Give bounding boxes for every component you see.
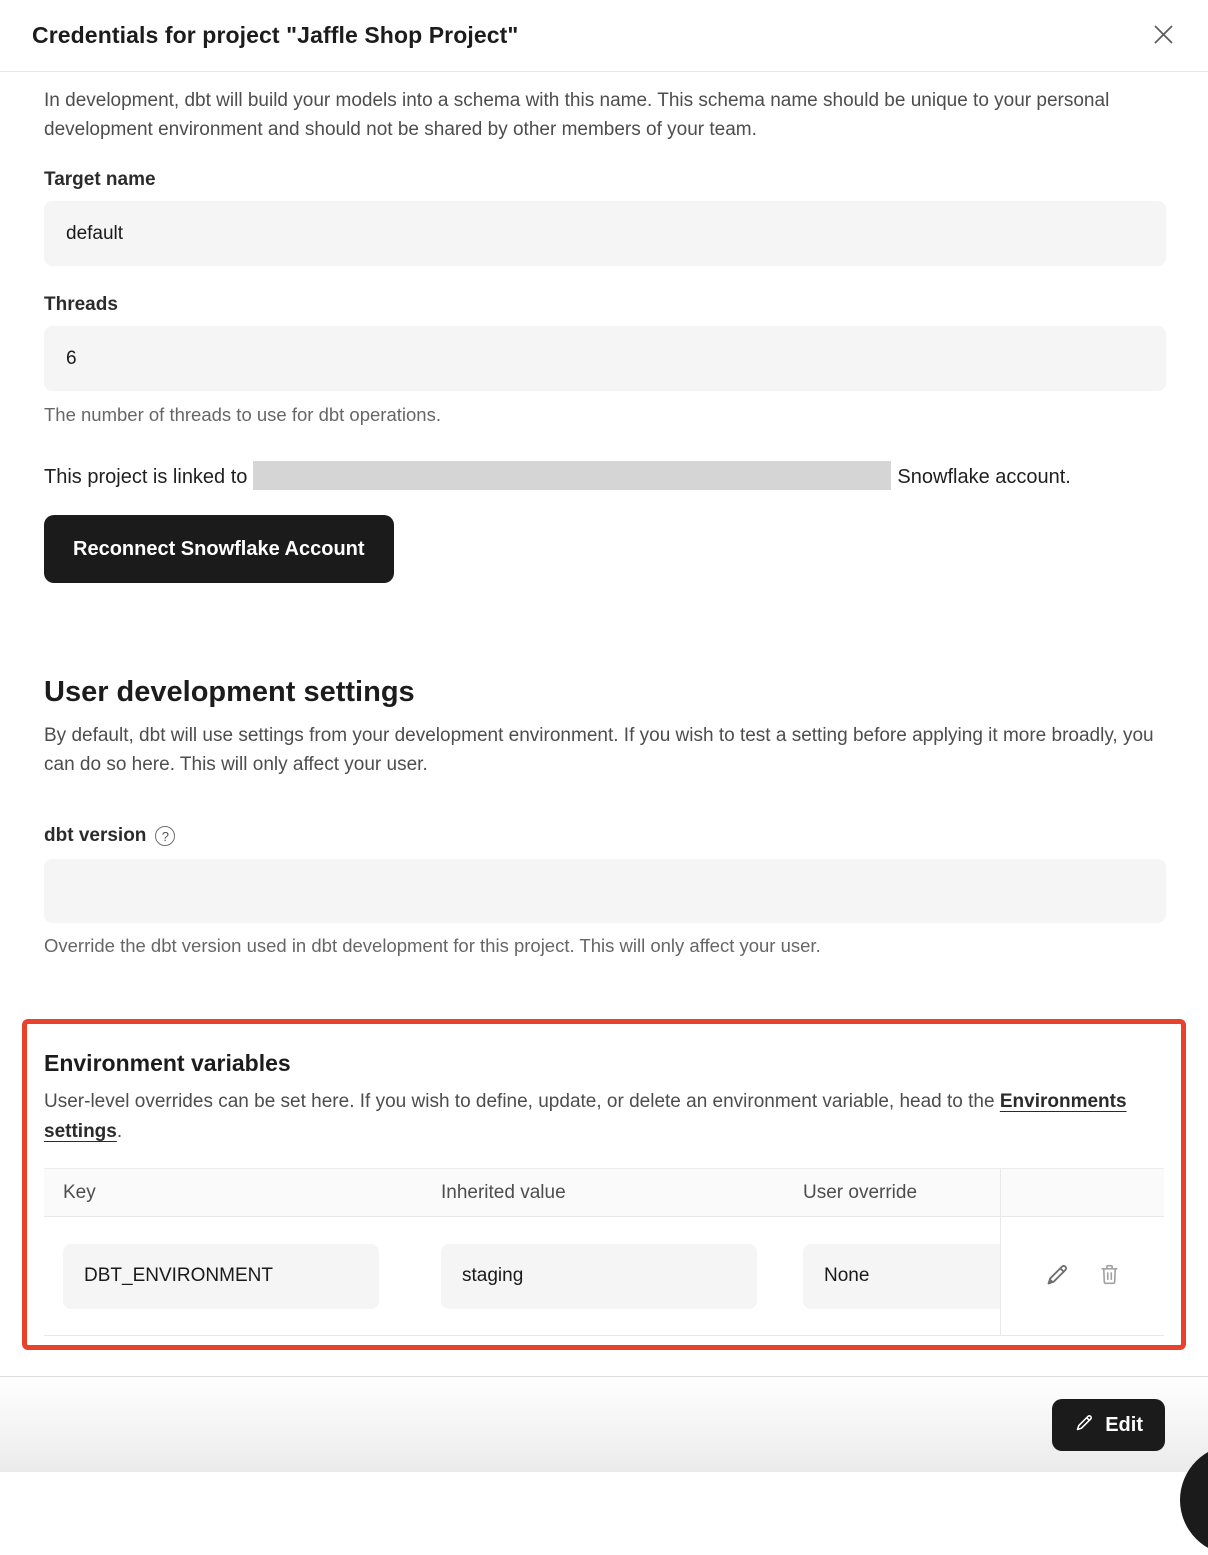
env-var-user-override-value: None — [803, 1244, 1000, 1309]
column-header-inherited-value: Inherited value — [422, 1182, 784, 1204]
user-dev-settings-heading: User development settings — [44, 676, 1166, 709]
dbt-version-input[interactable] — [44, 859, 1166, 923]
target-name-input[interactable] — [44, 201, 1166, 266]
row-actions — [1000, 1217, 1164, 1335]
threads-label: Threads — [44, 294, 1166, 316]
user-dev-settings-description: By default, dbt will use settings from y… — [44, 721, 1166, 779]
table-row: DBT_ENVIRONMENT staging None — [44, 1217, 1164, 1336]
column-header-user-override: User override — [784, 1182, 1000, 1204]
close-icon — [1150, 21, 1177, 51]
column-header-key: Key — [44, 1182, 422, 1204]
environment-variables-description: User-level overrides can be set here. If… — [44, 1087, 1164, 1147]
modal-header: Credentials for project "Jaffle Shop Pro… — [0, 0, 1208, 72]
edit-pencil-icon — [1074, 1412, 1095, 1439]
redacted-account-name — [253, 461, 891, 490]
env-desc-after-link: . — [117, 1121, 122, 1142]
reconnect-snowflake-button[interactable]: Reconnect Snowflake Account — [44, 515, 394, 583]
edit-button-label: Edit — [1105, 1414, 1143, 1437]
close-button[interactable] — [1146, 19, 1180, 53]
schema-description: In development, dbt will build your mode… — [44, 86, 1166, 144]
env-var-key-value: DBT_ENVIRONMENT — [63, 1244, 379, 1309]
threads-input[interactable] — [44, 326, 1166, 391]
linked-text-before: This project is linked to — [44, 466, 247, 488]
trash-icon — [1097, 1262, 1122, 1290]
modal-body: In development, dbt will build your mode… — [0, 86, 1208, 1350]
target-name-label: Target name — [44, 169, 1166, 191]
linked-account-text: This project is linked to Snowflake accou… — [44, 459, 1166, 495]
edit-row-button[interactable] — [1044, 1261, 1071, 1291]
pencil-icon — [1044, 1261, 1071, 1291]
environment-variables-table: Key Inherited value User override DBT_EN… — [44, 1168, 1164, 1336]
environment-variables-heading: Environment variables — [44, 1050, 1164, 1077]
environment-variables-section: Environment variables User-level overrid… — [22, 1019, 1186, 1350]
env-desc-before-link: User-level overrides can be set here. If… — [44, 1091, 1000, 1112]
dbt-version-label: dbt version — [44, 825, 146, 847]
modal-title: Credentials for project "Jaffle Shop Pro… — [32, 22, 518, 49]
edit-button[interactable]: Edit — [1052, 1399, 1165, 1451]
env-var-inherited-value: staging — [441, 1244, 757, 1309]
reconnect-button-label: Reconnect Snowflake Account — [73, 538, 365, 561]
modal-footer: Edit — [0, 1376, 1208, 1472]
table-header-row: Key Inherited value User override — [44, 1169, 1164, 1217]
column-header-actions — [1000, 1169, 1164, 1216]
delete-row-button[interactable] — [1097, 1262, 1122, 1290]
help-icon[interactable]: ? — [155, 826, 175, 846]
dbt-version-helper-text: Override the dbt version used in dbt dev… — [44, 935, 1166, 957]
threads-helper-text: The number of threads to use for dbt ope… — [44, 404, 1166, 426]
linked-text-after: Snowflake account. — [897, 466, 1070, 488]
